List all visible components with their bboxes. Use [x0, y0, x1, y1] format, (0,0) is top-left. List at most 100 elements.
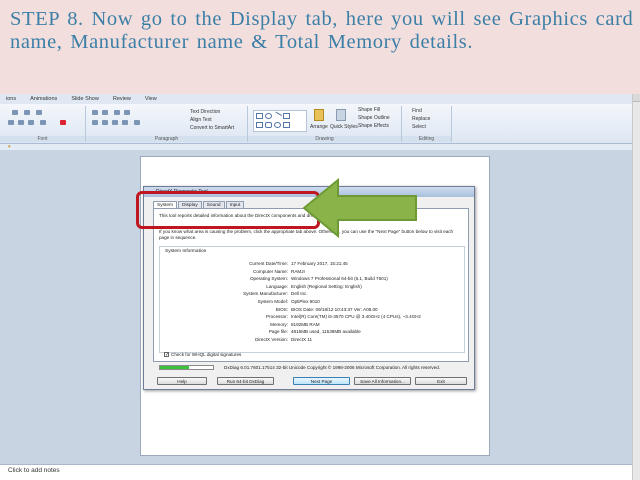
- arrange-button[interactable]: Arrange: [310, 124, 328, 130]
- columns-icon[interactable]: [134, 120, 140, 125]
- decrease-indent-icon[interactable]: [114, 110, 120, 115]
- info-key: Memory:: [270, 321, 288, 327]
- info-row: Memory: 8192MB RAM: [160, 321, 466, 329]
- shapes-gallery[interactable]: [253, 110, 307, 132]
- caption-text: STEP 8. Now go to the Display tab, here …: [10, 8, 634, 53]
- increase-indent-icon[interactable]: [124, 110, 130, 115]
- whql-label: Check for WHQL digital signatures: [171, 352, 242, 357]
- exit-button[interactable]: Exit: [415, 377, 467, 385]
- align-text-button[interactable]: Align Text: [190, 117, 212, 123]
- info-value: BIOS Date: 09/18/12 10:43:37 Ver: A08.00: [291, 306, 378, 312]
- arrange-icon[interactable]: [314, 109, 324, 121]
- info-value: English (Regional Setting: English): [291, 283, 362, 289]
- grow-font-icon[interactable]: [24, 110, 30, 115]
- tab-animations[interactable]: Animations: [30, 96, 57, 102]
- line-shape-icon[interactable]: [272, 111, 283, 121]
- quick-styles-button[interactable]: Quick Styles: [330, 124, 358, 130]
- notes-placeholder: Click to add notes: [8, 467, 60, 474]
- copyright-text: DxDiag 6.01.7601.17514 32-bit Unicode Co…: [224, 365, 441, 370]
- tab-slide-show[interactable]: Slide Show: [71, 96, 99, 102]
- info-key: System Manufacturer:: [243, 291, 288, 297]
- replace-button[interactable]: Replace: [412, 116, 430, 122]
- info-key: Language:: [266, 283, 288, 289]
- editing-group-label: Editing: [402, 136, 451, 142]
- strikethrough-icon[interactable]: [28, 120, 34, 125]
- rounded-rect-shape-icon[interactable]: [283, 113, 290, 119]
- font-group-label: Font: [0, 136, 85, 142]
- numbering-icon[interactable]: [102, 110, 108, 115]
- info-key: Processor:: [266, 314, 288, 320]
- info-key: BIOS:: [275, 306, 288, 312]
- bullets-icon[interactable]: [92, 110, 98, 115]
- info-key: System Model:: [257, 298, 288, 304]
- tab-design[interactable]: ions: [6, 96, 16, 102]
- step-caption: STEP 8. Now go to the Display tab, here …: [0, 0, 640, 94]
- select-button[interactable]: Select: [412, 124, 426, 130]
- align-right-icon[interactable]: [112, 120, 118, 125]
- progress-bar: [159, 365, 214, 370]
- quick-styles-icon[interactable]: [336, 109, 346, 121]
- scroll-up-button[interactable]: [633, 94, 640, 102]
- italic-icon[interactable]: [8, 120, 14, 125]
- help-button[interactable]: Help: [157, 377, 207, 385]
- system-information-title: System Information: [165, 249, 207, 254]
- info-value: 17 February 2017, 15:21:45: [291, 261, 348, 266]
- tab-view[interactable]: View: [145, 96, 157, 102]
- tab-review[interactable]: Review: [113, 96, 131, 102]
- editing-group: Find Replace Select Editing: [402, 106, 452, 142]
- run-64bit-button[interactable]: Run 64-bit DxDiag: [217, 377, 274, 385]
- shape-effects-button[interactable]: Shape Effects: [358, 123, 389, 129]
- triangle-shape-icon[interactable]: [256, 122, 263, 128]
- info-row: Processor: Intel(R) Core(TM) i5-3570 CPU …: [160, 313, 466, 321]
- shape-fill-button[interactable]: Shape Fill: [358, 107, 380, 113]
- next-page-button[interactable]: Next Page: [293, 377, 350, 385]
- drawing-group-label: Drawing: [248, 136, 401, 142]
- info-row: DirectX Version: DirectX 11: [160, 336, 466, 344]
- ribbon: Font Text Direction Align Text Convert t…: [0, 104, 632, 144]
- info-value: 4816MB used, 11538MB available: [291, 329, 361, 335]
- shrink-font-icon[interactable]: [36, 110, 42, 115]
- info-key: Computer Name:: [253, 268, 288, 274]
- oval-shape-icon[interactable]: [265, 113, 272, 119]
- info-value: Windows 7 Professional 64-bit (6.1, Buil…: [291, 276, 388, 282]
- star-shape-icon[interactable]: [283, 122, 290, 128]
- info-value: Intel(R) Core(TM) i5-3570 CPU @ 3.40GHz …: [291, 314, 421, 320]
- info-value: DirectX 11: [291, 336, 313, 342]
- find-button[interactable]: Find: [412, 108, 422, 114]
- font-color-icon[interactable]: [60, 120, 66, 125]
- font-spacing-icon[interactable]: [40, 120, 46, 125]
- system-information-box: System Information Current Date/Time: 17 …: [159, 246, 465, 353]
- ribbon-tab-bar: ions Animations Slide Show Review View: [0, 94, 632, 104]
- save-all-information-button[interactable]: Save All Information...: [354, 377, 411, 385]
- smiley-shape-icon[interactable]: [274, 122, 281, 128]
- rectangle-shape-icon[interactable]: [256, 113, 263, 119]
- font-group: Font: [0, 106, 86, 142]
- pointer-arrow-icon: [302, 177, 417, 239]
- info-row: Current Date/Time: 17 February 2017, 15:2…: [160, 260, 466, 268]
- arrow-shape-icon[interactable]: [265, 122, 272, 128]
- align-left-icon[interactable]: [92, 120, 98, 125]
- info-value: 8192MB RAM: [291, 321, 320, 327]
- info-row: BIOS: BIOS Date: 09/18/12 10:43:37 Ver: A…: [160, 306, 466, 314]
- vertical-scrollbar[interactable]: [632, 94, 640, 480]
- align-center-icon[interactable]: [102, 120, 108, 125]
- notes-pane[interactable]: Click to add notes: [0, 464, 632, 480]
- paragraph-group-label: Paragraph: [86, 136, 247, 142]
- info-row: Computer Name: RAMJI: [160, 268, 466, 276]
- convert-smartart-button[interactable]: Convert to SmartArt: [190, 125, 234, 131]
- info-value: OptiPlex 9010: [291, 298, 320, 304]
- info-value: Dell Inc.: [291, 291, 308, 297]
- info-row: Operating System: Windows 7 Professional …: [160, 275, 466, 283]
- whql-checkbox[interactable]: ✓ Check for WHQL digital signatures: [164, 352, 242, 358]
- info-key: Current Date/Time:: [249, 261, 288, 266]
- progress-fill: [160, 366, 190, 369]
- underline-icon[interactable]: [18, 120, 24, 125]
- whql-checkbox-box[interactable]: ✓: [164, 352, 169, 358]
- shape-outline-button[interactable]: Shape Outline: [358, 115, 390, 121]
- highlight-tabs-box: [136, 191, 320, 229]
- info-row: Page file: 4816MB used, 11538MB available: [160, 328, 466, 336]
- info-row: System Manufacturer: Dell Inc.: [160, 290, 466, 298]
- text-direction-button[interactable]: Text Direction: [190, 109, 220, 115]
- justify-icon[interactable]: [122, 120, 128, 125]
- font-size-icon[interactable]: [12, 110, 18, 115]
